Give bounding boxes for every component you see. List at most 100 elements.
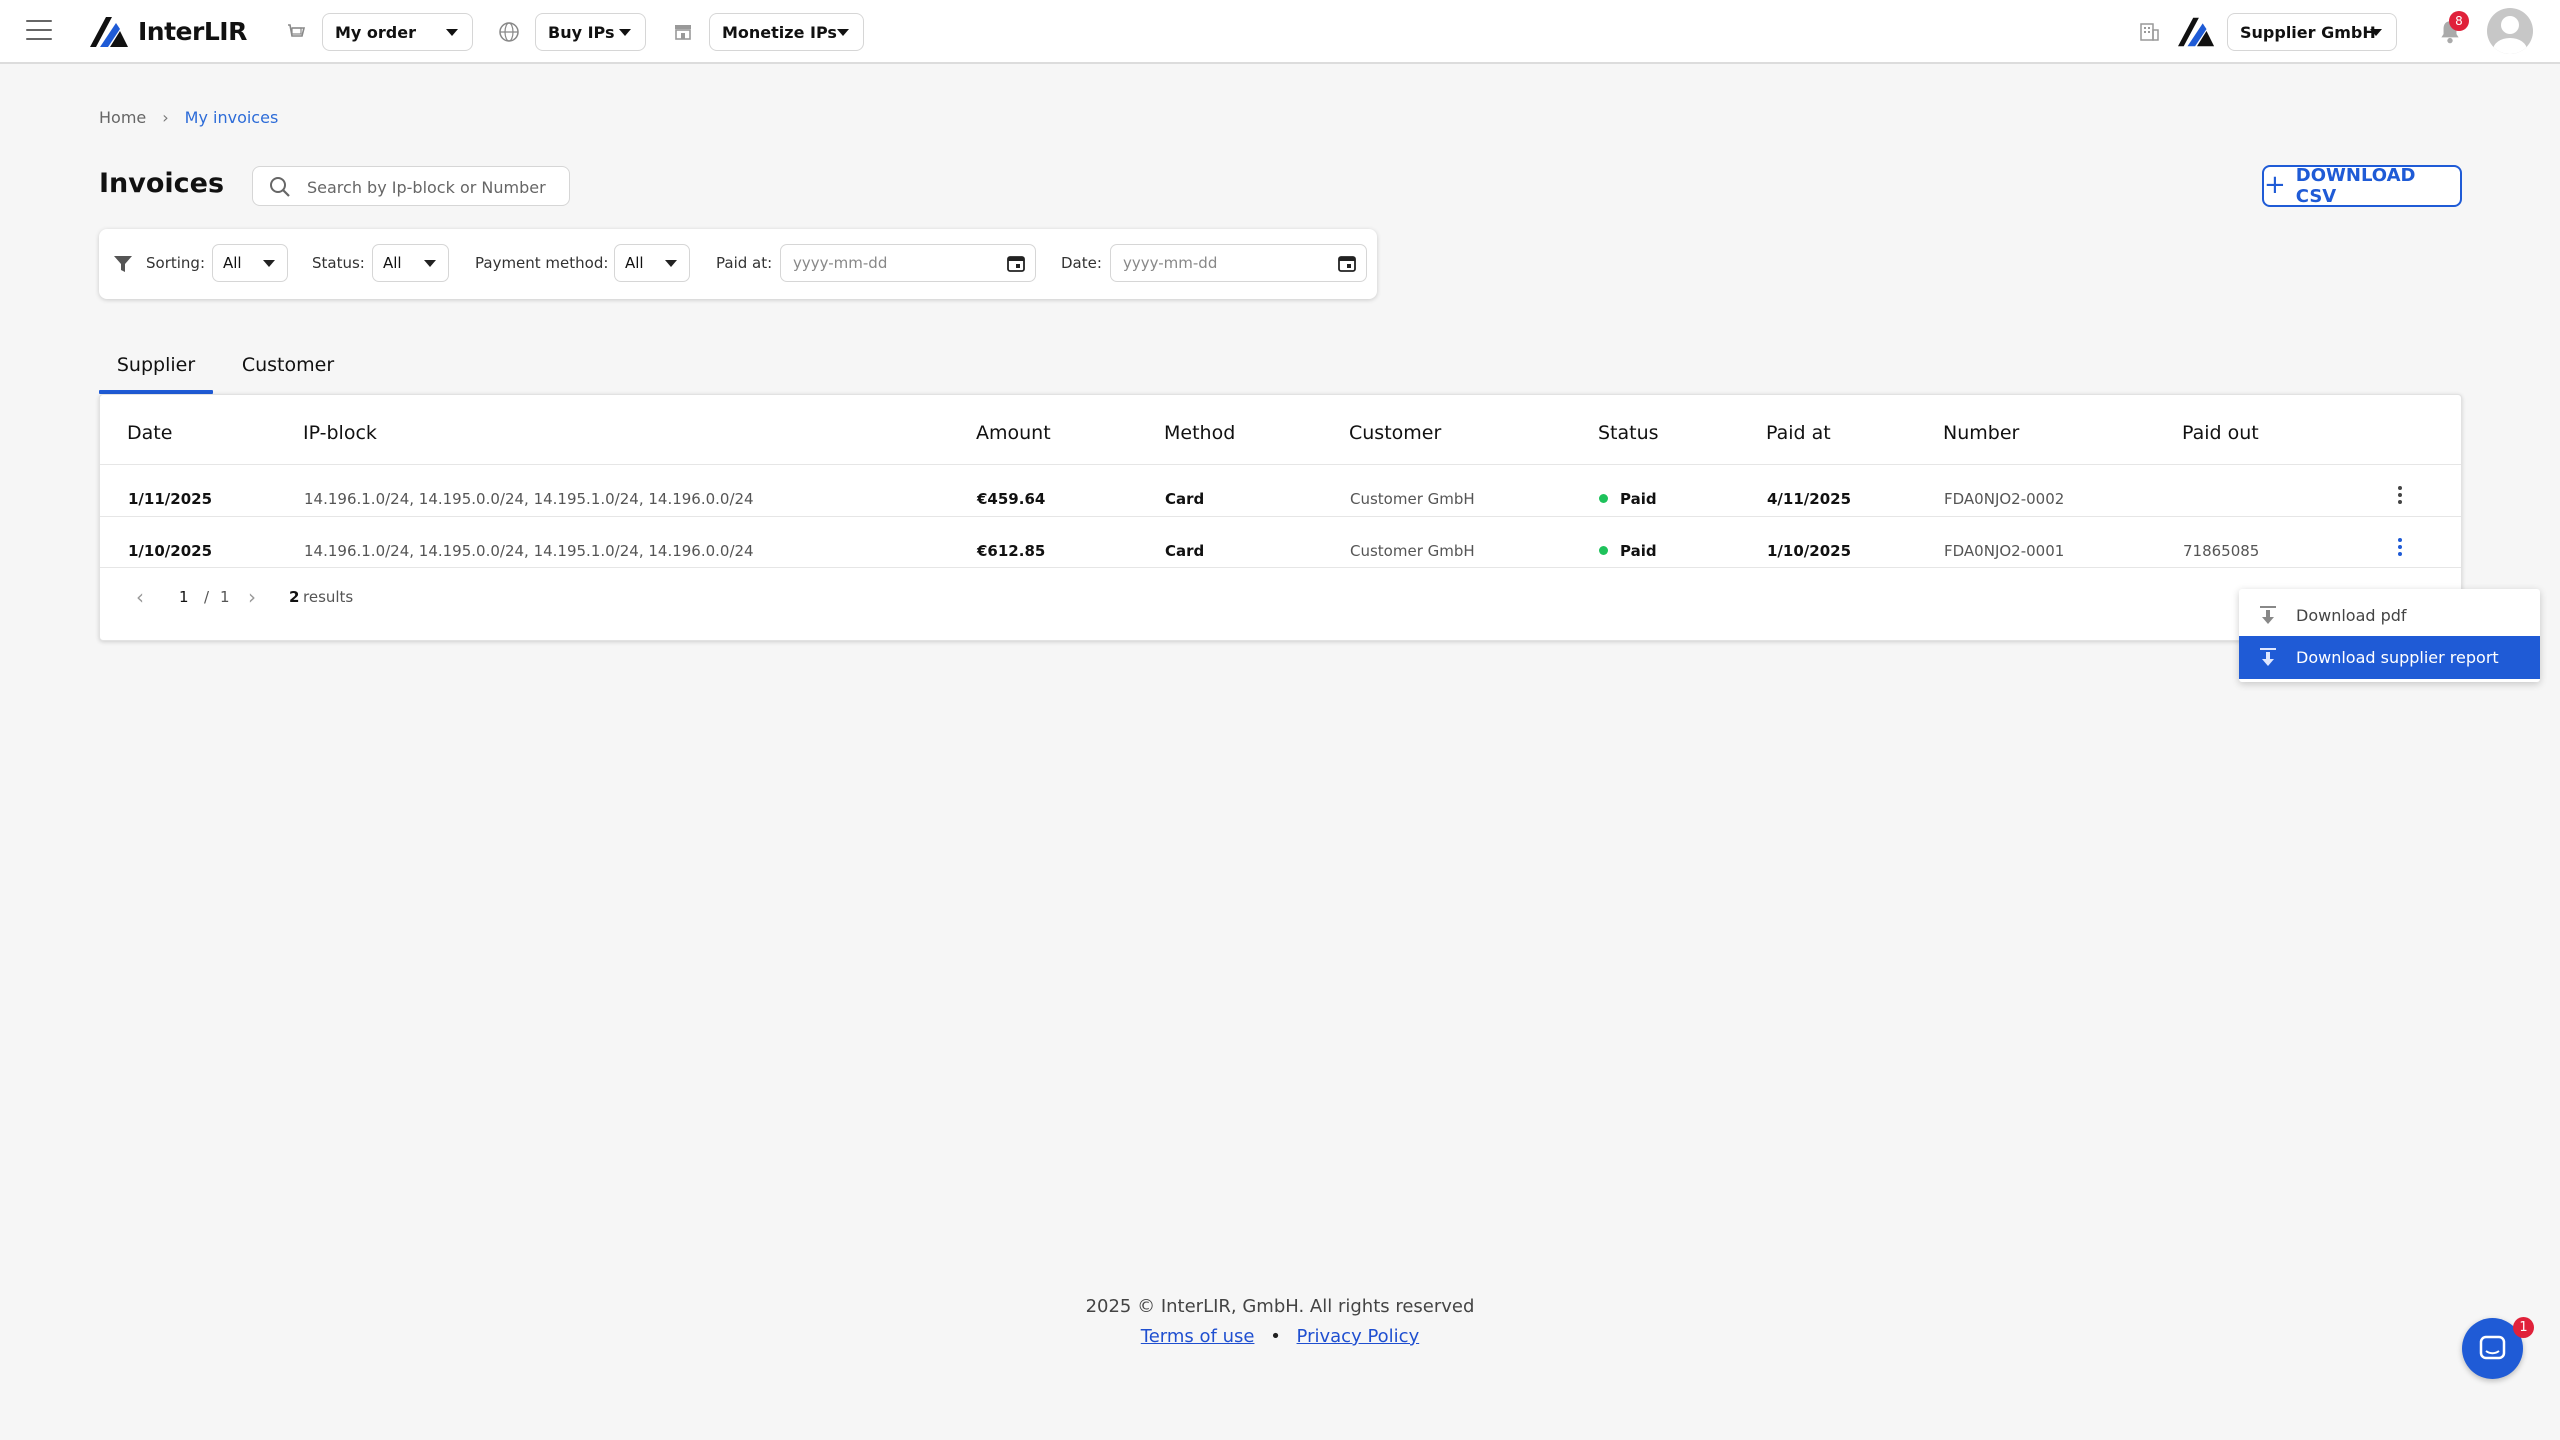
- next-page-icon[interactable]: ›: [248, 587, 256, 607]
- breadcrumb: Home › My invoices: [99, 108, 278, 127]
- cell-method: Card: [1165, 542, 1205, 560]
- my-order-dropdown[interactable]: My order: [322, 13, 473, 51]
- footer-bullet: •: [1270, 1326, 1281, 1347]
- calendar-icon[interactable]: [1007, 254, 1025, 272]
- row-divider: [100, 464, 2461, 465]
- company-name: Supplier GmbH: [2240, 22, 2376, 42]
- hamburger-menu-icon[interactable]: [26, 20, 52, 42]
- page-title: Invoices: [99, 168, 225, 199]
- download-icon: [2260, 605, 2276, 624]
- breadcrumb-home[interactable]: Home: [99, 108, 146, 127]
- row-actions-kebab-icon[interactable]: [2390, 533, 2410, 561]
- cell-paid-out: 71865085: [2183, 542, 2260, 560]
- cell-ip-block: 14.196.1.0/24, 14.195.0.0/24, 14.195.1.0…: [304, 542, 754, 560]
- prev-page-icon[interactable]: ‹: [136, 587, 144, 607]
- row-divider: [100, 516, 2461, 517]
- interlir-logo-icon: [90, 17, 128, 47]
- results-label: results: [303, 588, 354, 606]
- date-input[interactable]: yyyy-mm-dd: [1110, 244, 1367, 282]
- filter-icon: [114, 256, 132, 272]
- row-divider: [100, 567, 2461, 568]
- privacy-policy-link[interactable]: Privacy Policy: [1297, 1326, 1420, 1347]
- monetize-ips-label: Monetize IPs: [722, 22, 837, 42]
- monetize-ips-dropdown[interactable]: Monetize IPs: [709, 13, 864, 51]
- user-icon: [2493, 16, 2527, 54]
- column-header-status: Status: [1598, 422, 1659, 444]
- chevron-down-icon: [424, 260, 436, 267]
- status-value: All: [383, 254, 402, 272]
- cell-amount: €612.85: [977, 542, 1046, 560]
- cart-icon: [288, 24, 306, 37]
- chevron-down-icon: [619, 29, 631, 36]
- cell-date: 1/11/2025: [128, 490, 213, 508]
- chevron-down-icon: [665, 260, 677, 267]
- terms-of-use-link[interactable]: Terms of use: [1141, 1326, 1255, 1347]
- breadcrumb-current[interactable]: My invoices: [185, 108, 279, 127]
- paid-at-label: Paid at:: [716, 254, 773, 272]
- notification-badge: 8: [2449, 11, 2469, 31]
- payment-method-label: Payment method:: [475, 254, 609, 272]
- column-header-date: Date: [127, 422, 173, 444]
- chevron-down-icon: [2370, 29, 2382, 36]
- search-input[interactable]: [307, 175, 557, 199]
- pagination: ‹ 1 / 1 › 2 results: [100, 587, 2461, 608]
- payment-method-select[interactable]: All: [614, 244, 690, 282]
- chat-badge: 1: [2513, 1317, 2534, 1338]
- column-header-amount: Amount: [976, 422, 1051, 444]
- cell-date: 1/10/2025: [128, 542, 213, 560]
- menu-item-download-pdf[interactable]: Download pdf: [2239, 594, 2540, 637]
- status-select[interactable]: All: [372, 244, 449, 282]
- cell-paid-at: 4/11/2025: [1767, 490, 1852, 508]
- status-text: Paid: [1620, 490, 1657, 508]
- cell-number: FDA0NJO2-0001: [1944, 542, 2065, 560]
- calendar-icon[interactable]: [1338, 254, 1356, 272]
- user-avatar[interactable]: [2487, 8, 2533, 54]
- buy-ips-label: Buy IPs: [548, 22, 615, 42]
- footer-copyright: 2025 © InterLIR, GmbH. All rights reserv…: [1085, 1296, 1475, 1317]
- buy-ips-dropdown[interactable]: Buy IPs: [535, 13, 646, 51]
- row-actions-kebab-icon[interactable]: [2390, 481, 2410, 509]
- chevron-down-icon: [446, 29, 458, 36]
- search-icon: [270, 177, 290, 197]
- tab-customer[interactable]: Customer: [231, 348, 345, 396]
- cell-amount: €459.64: [977, 490, 1046, 508]
- status-label: Status:: [312, 254, 365, 272]
- tab-supplier[interactable]: Supplier: [99, 348, 213, 396]
- menu-item-label: Download supplier report: [2296, 648, 2499, 667]
- cell-paid-at: 1/10/2025: [1767, 542, 1852, 560]
- download-icon: [2260, 647, 2276, 666]
- building-icon: [2140, 23, 2159, 41]
- menu-item-label: Download pdf: [2296, 606, 2407, 625]
- date-label: Date:: [1061, 254, 1102, 272]
- app-logo[interactable]: InterLIR: [90, 15, 247, 47]
- total-pages: 1: [220, 588, 230, 606]
- chevron-down-icon: [263, 260, 275, 267]
- column-header-ip-block: IP-block: [303, 422, 377, 444]
- footer-links: Terms of use • Privacy Policy: [0, 1326, 2560, 1347]
- cell-customer: Customer GmbH: [1350, 490, 1475, 508]
- cell-number: FDA0NJO2-0002: [1944, 490, 2065, 508]
- results-count: 2: [289, 588, 300, 606]
- invoice-tabs: Supplier Customer: [99, 348, 2462, 396]
- page-separator: /: [204, 588, 210, 606]
- download-csv-button[interactable]: + DOWNLOAD CSV: [2262, 165, 2462, 207]
- cell-status: Paid: [1599, 490, 1657, 508]
- cell-method: Card: [1165, 490, 1205, 508]
- menu-item-download-supplier-report[interactable]: Download supplier report: [2239, 636, 2540, 679]
- store-icon: [675, 25, 691, 40]
- column-header-method: Method: [1164, 422, 1236, 444]
- current-page[interactable]: 1: [179, 588, 189, 606]
- sorting-value: All: [223, 254, 242, 272]
- filter-bar: Sorting: All Status: All Payment method:…: [99, 229, 1377, 299]
- download-csv-label: DOWNLOAD CSV: [2295, 165, 2416, 207]
- my-order-label: My order: [335, 22, 416, 42]
- sorting-select[interactable]: All: [212, 244, 288, 282]
- cell-status: Paid: [1599, 542, 1657, 560]
- column-header-number: Number: [1943, 422, 2020, 444]
- sorting-label: Sorting:: [146, 254, 205, 272]
- top-navbar: InterLIR My order Buy IPs Monetize IPs S…: [0, 0, 2560, 64]
- company-dropdown[interactable]: Supplier GmbH: [2227, 13, 2397, 51]
- paid-at-date-input[interactable]: yyyy-mm-dd: [780, 244, 1036, 282]
- chevron-right-icon: ›: [162, 108, 169, 127]
- column-header-customer: Customer: [1349, 422, 1442, 444]
